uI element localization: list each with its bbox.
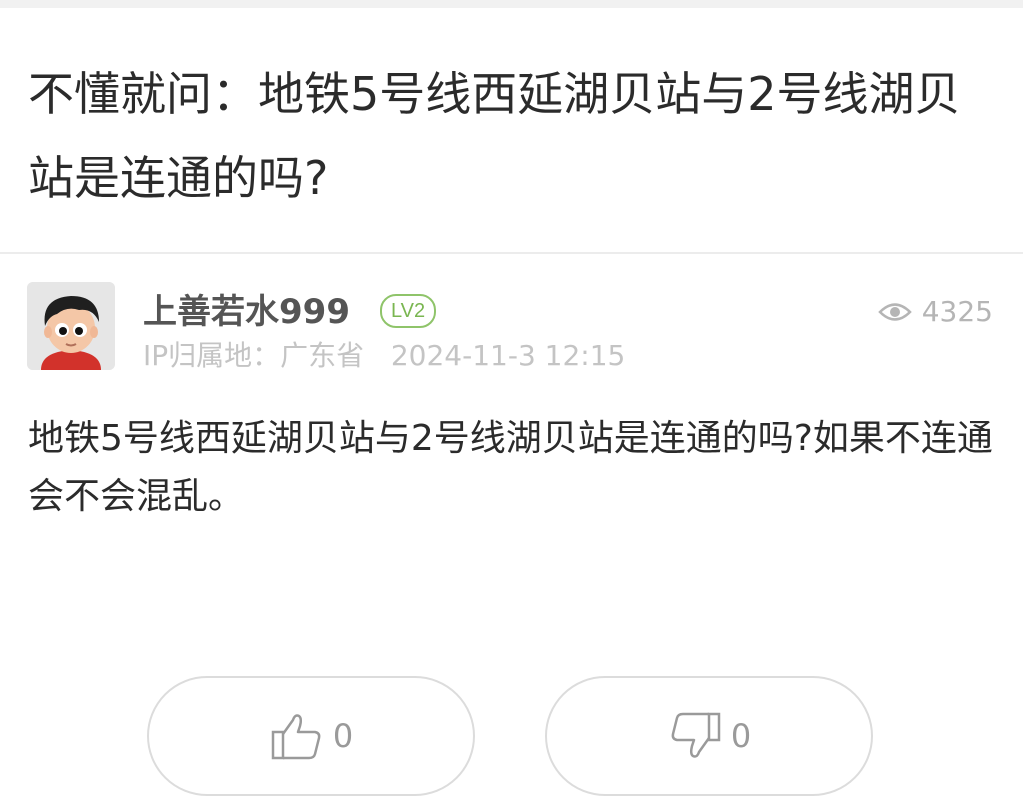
divider — [0, 252, 1023, 254]
eye-icon — [877, 303, 912, 321]
dislike-count: 0 — [730, 717, 752, 755]
like-button[interactable]: 0 — [147, 676, 475, 796]
view-count: 4325 — [877, 292, 993, 332]
ip-location: IP归属地：广东省 — [143, 339, 365, 372]
top-strip — [0, 0, 1023, 8]
author-name[interactable]: 上善若水999 — [143, 290, 350, 334]
post-timestamp: 2024-11-3 12:15 — [390, 339, 626, 372]
post-title: 不懂就问：地铁5号线西延湖贝站与2号线湖贝站是连通的吗? — [28, 67, 961, 205]
thumbs-up-icon — [271, 714, 321, 760]
post-meta: IP归属地：广东省 2024-11-3 12:15 — [143, 336, 625, 376]
level-badge: LV2 — [380, 294, 437, 328]
like-count: 0 — [332, 717, 354, 755]
avatar-cartoon-icon — [27, 282, 115, 370]
post-body: 地铁5号线西延湖贝站与2号线湖贝站是连通的吗?如果不连通会不会混乱。 — [28, 418, 993, 517]
view-count-value: 4325 — [921, 295, 993, 328]
dislike-button[interactable]: 0 — [545, 676, 873, 796]
avatar[interactable] — [27, 282, 115, 370]
thumbs-down-icon — [671, 712, 721, 758]
